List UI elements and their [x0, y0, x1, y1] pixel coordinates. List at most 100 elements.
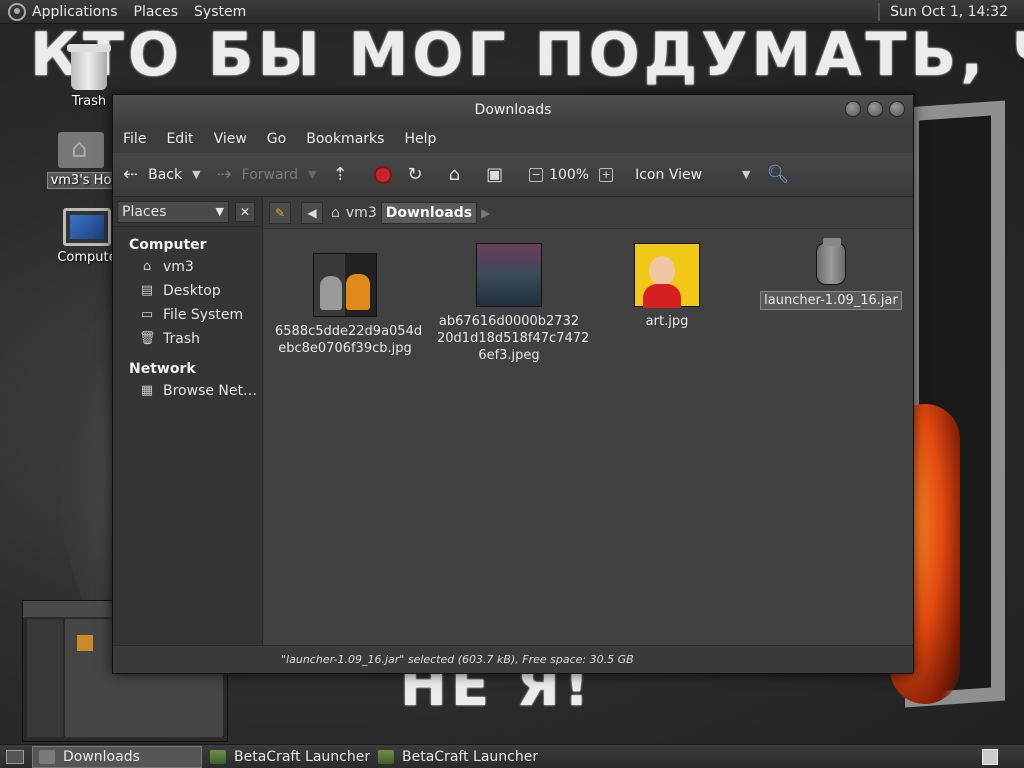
sidebar-section-computer: Computer — [129, 237, 207, 253]
file-name-line: 20d1d18d518f47c7472 — [437, 331, 590, 346]
file-name-line: ebc8e0706f39cb.jpg — [278, 341, 412, 356]
sidebar-item-desktop[interactable]: ▤ Desktop — [113, 279, 262, 303]
location-edit-button[interactable]: ✎ — [269, 201, 291, 224]
file-item[interactable]: art.jpg — [597, 243, 737, 330]
sidebar-item-trash[interactable]: 🗑︎ Trash — [113, 327, 262, 351]
chevron-down-icon[interactable]: ▼ — [192, 168, 200, 181]
breadcrumb-vm3[interactable]: ⌂ vm3 — [327, 205, 381, 221]
sidebar-item-label: File System — [163, 307, 244, 323]
reload-icon: ↻ — [407, 164, 423, 185]
zoom-out-button[interactable]: − — [529, 167, 544, 182]
close-button[interactable] — [889, 101, 905, 117]
desktop-folder-icon: ▤ — [140, 283, 154, 298]
workspace-switcher[interactable] — [982, 748, 998, 765]
network-icon: ▦ — [140, 383, 154, 398]
sidebar-item-browse-network[interactable]: ▦ Browse Net… — [113, 379, 262, 403]
menu-file[interactable]: File — [123, 131, 146, 147]
sidebar-selector-label: Places — [122, 203, 167, 220]
toolbar: ⇠ Back ▼ ⇢ Forward ▼ ⇡ ↻ ⌂ ▣ − 100% + Ic… — [113, 153, 913, 197]
breadcrumb-downloads[interactable]: Downloads — [380, 201, 478, 224]
clock[interactable]: Sun Oct 1, 14:32 — [890, 4, 1008, 20]
menu-system[interactable]: System — [194, 4, 246, 20]
menu-edit[interactable]: Edit — [166, 131, 193, 147]
back-label: Back — [148, 166, 183, 183]
pencil-icon: ✎ — [274, 205, 286, 220]
home-folder-icon — [58, 132, 104, 168]
menu-view[interactable]: View — [214, 131, 247, 147]
stop-icon — [373, 165, 392, 184]
menu-help[interactable]: Help — [404, 131, 436, 147]
file-name-line: ab67616d0000b2732 — [438, 314, 580, 329]
sidebar-selector[interactable]: Places ▼ — [117, 200, 229, 223]
icon-view[interactable]: 6588c5dde22d9a054d ebc8e0706f39cb.jpg ab… — [263, 229, 913, 645]
search-icon: 🔍︎ — [766, 164, 790, 185]
betacraft-icon — [378, 749, 394, 764]
file-item[interactable]: 6588c5dde22d9a054d ebc8e0706f39cb.jpg — [275, 253, 422, 357]
distro-logo-icon[interactable] — [8, 2, 26, 21]
chevron-down-icon[interactable]: ▼ — [308, 168, 316, 181]
trash-icon: 🗑︎ — [139, 331, 156, 346]
menu-applications[interactable]: Applications — [32, 4, 118, 20]
image-thumbnail-icon — [634, 243, 700, 308]
file-item-selected[interactable]: launcher-1.09_16.jar — [755, 238, 907, 310]
statusbar: "launcher-1.09_16.jar" selected (603.7 k… — [113, 645, 913, 673]
pathbar-scroll-left-button[interactable]: ◀ — [301, 201, 323, 224]
sidebar-item-label: vm3 — [163, 259, 194, 275]
file-item[interactable]: ab67616d0000b2732 20d1d18d518f47c7472 6e… — [437, 243, 590, 364]
zoom-in-button[interactable]: + — [599, 167, 614, 182]
taskbar-item-label: BetaCraft Launcher ... — [234, 748, 370, 765]
preview-sidebar — [27, 619, 63, 737]
stop-button[interactable] — [373, 165, 392, 184]
taskbar-item-betacraft-2[interactable]: BetaCraft Launcher ... — [372, 746, 538, 768]
desktop-icon-label: Trash — [71, 94, 107, 109]
close-sidebar-button[interactable]: ✕ — [235, 201, 255, 222]
file-name-line: launcher-1.09_16.jar — [760, 291, 902, 310]
sidebar-item-vm3[interactable]: ⌂ vm3 — [113, 255, 262, 279]
forward-label: Forward — [241, 166, 298, 183]
file-name-line: 6ef3.jpeg — [478, 348, 540, 363]
computer-icon — [63, 208, 111, 246]
jar-file-icon — [816, 238, 846, 285]
arrow-up-icon: ⇡ — [332, 164, 348, 185]
home-button[interactable]: ⌂ — [449, 164, 470, 185]
computer-icon: ▣ — [486, 164, 504, 185]
menu-places[interactable]: Places — [134, 4, 179, 20]
view-mode-select[interactable]: Icon View ▼ — [635, 167, 750, 183]
pathbar: ✎ ◀ ⌂ vm3 Downloads ▶ — [263, 197, 913, 229]
up-button[interactable]: ⇡ — [332, 164, 357, 185]
menu-go[interactable]: Go — [267, 131, 286, 147]
drive-icon: ▭ — [140, 307, 154, 322]
arrow-left-icon: ⇠ — [123, 164, 139, 185]
file-name-line: art.jpg — [645, 314, 689, 329]
image-thumbnail-icon — [476, 243, 542, 307]
betacraft-icon — [210, 749, 226, 764]
taskbar-item-betacraft-1[interactable]: BetaCraft Launcher ... — [204, 746, 370, 768]
desktop-icon-home[interactable]: vm3's Ho — [46, 132, 116, 189]
reload-button[interactable]: ↻ — [408, 164, 433, 185]
home-folder-icon: ⌂ — [331, 204, 340, 221]
forward-button[interactable]: ⇢ Forward ▼ — [217, 164, 317, 185]
maximize-button[interactable] — [867, 101, 883, 117]
chevron-down-icon: ▼ — [215, 205, 224, 218]
bottom-panel: Downloads BetaCraft Launcher ... BetaCra… — [0, 744, 1024, 768]
menubar: File Edit View Go Bookmarks Help — [113, 125, 913, 153]
sidebar-item-file-system[interactable]: ▭ File System — [113, 303, 262, 327]
sidebar-section-network: Network — [129, 361, 196, 377]
taskbar-item-label: Downloads — [63, 748, 140, 765]
home-folder-icon: ⌂ — [142, 259, 152, 274]
chevron-down-icon: ▼ — [742, 168, 751, 181]
breadcrumb-label: vm3 — [345, 204, 377, 221]
taskbar-item-downloads[interactable]: Downloads — [32, 745, 202, 768]
chevron-right-icon[interactable]: ▶ — [481, 206, 490, 220]
desktop-icon-computer[interactable]: Compute — [54, 208, 120, 265]
folder-icon — [39, 749, 55, 764]
back-button[interactable]: ⇠ Back ▼ — [123, 164, 201, 185]
chevron-left-icon: ◀ — [307, 205, 317, 220]
show-desktop-button[interactable] — [6, 749, 24, 764]
computer-button[interactable]: ▣ — [486, 164, 513, 185]
search-button[interactable]: 🔍︎ — [767, 164, 800, 185]
minimize-button[interactable] — [845, 101, 861, 117]
breadcrumb-label: Downloads — [385, 204, 473, 221]
window-titlebar[interactable]: Downloads — [113, 95, 913, 125]
menu-bookmarks[interactable]: Bookmarks — [306, 131, 384, 147]
